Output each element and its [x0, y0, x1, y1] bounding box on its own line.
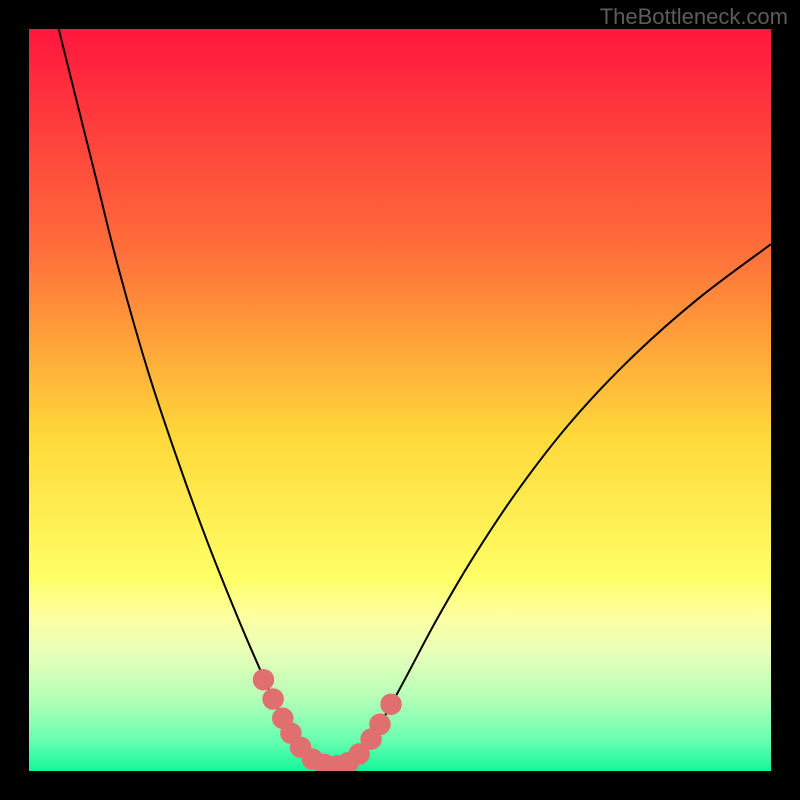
chart-outer-frame: TheBottleneck.com — [0, 0, 800, 800]
watermark-text: TheBottleneck.com — [600, 4, 788, 30]
bottleneck-curve-chart — [29, 29, 771, 771]
gradient-background — [29, 29, 771, 771]
highlight-marker — [369, 713, 391, 735]
highlight-marker — [253, 669, 275, 691]
highlight-marker — [380, 693, 402, 715]
highlight-marker — [262, 688, 284, 710]
plot-area — [29, 29, 771, 771]
